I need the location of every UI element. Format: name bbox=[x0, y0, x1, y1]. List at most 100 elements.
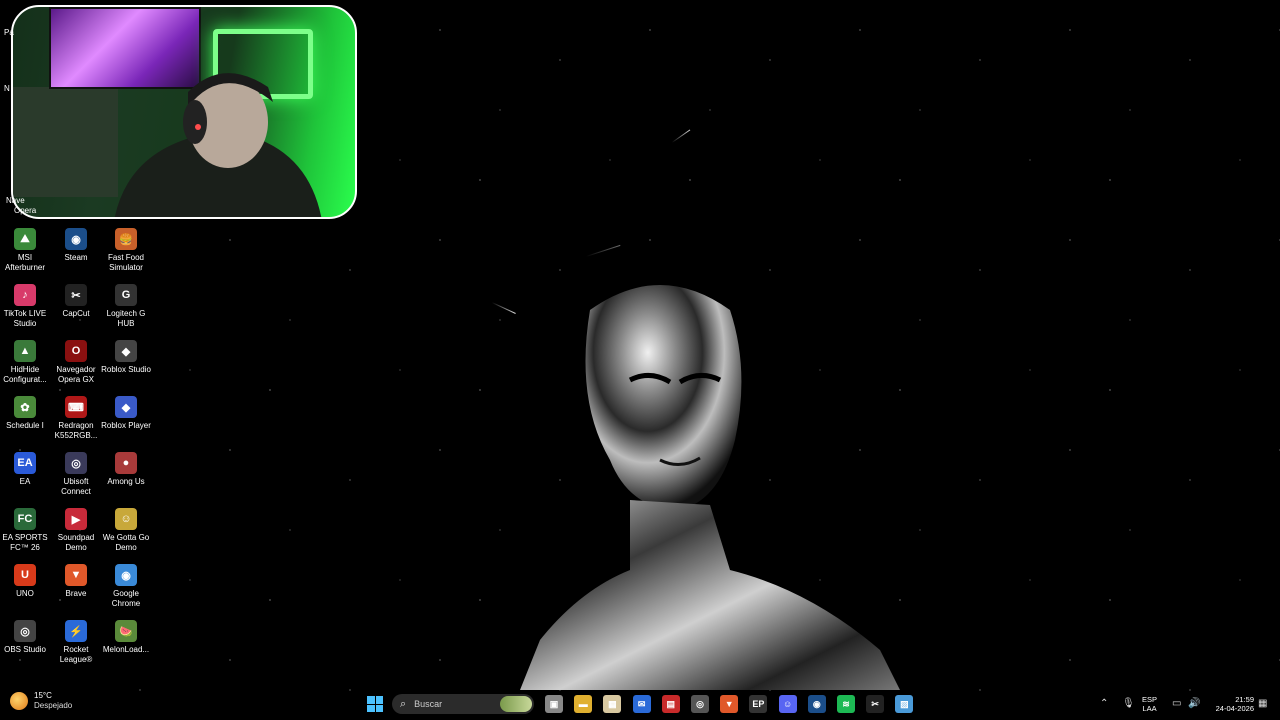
steam-taskbar-icon[interactable]: ◉ bbox=[807, 695, 826, 713]
clock[interactable]: 21:59 24-04-2026 bbox=[1208, 695, 1254, 713]
desktop-icon-label: Steam bbox=[64, 253, 88, 262]
desktop-icon[interactable]: ⚡ Rocket League® bbox=[51, 620, 101, 674]
desktop-icon[interactable]: ⛰ MSI Afterburner bbox=[0, 228, 50, 282]
desktop-icon-label: Redragon K552RGB... bbox=[54, 421, 98, 440]
weather-icon bbox=[10, 692, 28, 710]
desktop-icon-label: TikTok LIVE Studio bbox=[3, 309, 47, 328]
volume-icon[interactable]: 🔊 bbox=[1188, 698, 1200, 709]
desktop-icon[interactable]: 🍉 MelonLoad... bbox=[101, 620, 151, 674]
webcam-overlay bbox=[11, 5, 357, 219]
taskbar: 15°C Despejado ⌕ Buscar ▣ ▬ ▦ ✉ ▤ ◎ ▼ EP ☺ ◉ ≋ ✂ ▨ ⌃… bbox=[0, 688, 1280, 720]
desktop-icon-label: Navegador Opera GX bbox=[56, 365, 96, 384]
desktop-icon[interactable]: ☺ We Gotta Go Demo bbox=[101, 508, 151, 562]
desktop-icon-label: OBS Studio bbox=[4, 645, 46, 654]
discord-icon[interactable]: ☺ bbox=[778, 695, 797, 713]
desktop-icon-label: Soundpad Demo bbox=[57, 533, 95, 552]
desktop-icon-label: UNO bbox=[16, 589, 34, 598]
network-icon[interactable]: ▭ bbox=[1172, 698, 1181, 709]
soundpad-icon: ▶ bbox=[65, 508, 87, 530]
brave-taskbar-icon[interactable]: ▼ bbox=[720, 695, 739, 713]
desktop-icon-label: Rocket League® bbox=[59, 645, 93, 664]
webcam-person bbox=[114, 73, 322, 217]
desktop-icon-label: Logitech G HUB bbox=[106, 309, 146, 328]
desktop-icon-label: Roblox Studio bbox=[101, 365, 151, 374]
chrome-icon: ◉ bbox=[115, 564, 137, 586]
task-view-icon[interactable]: ▣ bbox=[545, 695, 563, 713]
file-explorer-icon[interactable]: ▬ bbox=[574, 695, 593, 713]
photos-icon[interactable]: ▨ bbox=[895, 695, 914, 713]
roblox-player-icon: ◆ bbox=[115, 396, 137, 418]
desktop-icon-label: HidHide Configurat... bbox=[3, 365, 47, 384]
capcut-icon: ✂ bbox=[65, 284, 87, 306]
desktop-icon[interactable]: ▶ Soundpad Demo bbox=[51, 508, 101, 562]
opera-gx-taskbar-icon[interactable]: ◎ bbox=[691, 695, 709, 713]
notification-icon[interactable]: ▦ bbox=[1258, 698, 1267, 709]
search-box[interactable]: ⌕ Buscar bbox=[392, 694, 534, 714]
desktop-icon[interactable]: ✂ CapCut bbox=[51, 284, 101, 338]
logitech-ghub-icon: G bbox=[115, 284, 137, 306]
partial-desktop-label: N bbox=[4, 84, 10, 93]
weather-condition: Despejado bbox=[34, 701, 73, 710]
keyboard-layout: LAA bbox=[1142, 704, 1157, 713]
we-gotta-go-icon: ☺ bbox=[115, 508, 137, 530]
opera-gx-icon: O bbox=[65, 340, 87, 362]
news-app-icon[interactable]: ▤ bbox=[661, 695, 680, 713]
desktop-icon-label: Among Us bbox=[107, 477, 145, 486]
epic-games-icon[interactable]: EP bbox=[749, 695, 768, 713]
chevron-up-icon[interactable]: ⌃ bbox=[1100, 698, 1108, 709]
desktop-icon[interactable]: ◎ Ubisoft Connect bbox=[51, 452, 101, 506]
roblox-studio-icon: ◆ bbox=[115, 340, 137, 362]
desktop-icon-label: MSI Afterburner bbox=[4, 253, 46, 272]
desktop-icon[interactable]: ◆ Roblox Player bbox=[101, 396, 151, 450]
steam-icon: ◉ bbox=[65, 228, 87, 250]
melonloader-icon: 🍉 bbox=[115, 620, 137, 642]
weather-widget[interactable]: 15°C Despejado bbox=[10, 691, 72, 711]
weather-temp: 15°C bbox=[34, 691, 52, 700]
outlook-icon[interactable]: ✉ bbox=[632, 695, 651, 713]
desktop-icon-label: Roblox Player bbox=[101, 421, 151, 430]
desktop-icon[interactable]: U UNO bbox=[0, 564, 50, 618]
spotify-icon[interactable]: ≋ bbox=[837, 695, 855, 713]
desktop-icon-label: Google Chrome bbox=[111, 589, 141, 608]
desktop-icon[interactable]: ▼ Brave bbox=[51, 564, 101, 618]
desktop-icon[interactable]: ◉ Google Chrome bbox=[101, 564, 151, 618]
capcut-taskbar-icon[interactable]: ✂ bbox=[866, 695, 885, 713]
partial-desktop-label: Opera bbox=[14, 206, 37, 215]
schedule-i-icon: ✿ bbox=[14, 396, 36, 418]
desktop-icon[interactable]: ⌨ Redragon K552RGB... bbox=[51, 396, 101, 450]
desktop-icon-label: CapCut bbox=[62, 309, 90, 318]
desktop-icon[interactable]: 🍔 Fast Food Simulator bbox=[101, 228, 151, 282]
hidhide-icon: ▲ bbox=[14, 340, 36, 362]
desktop-icon[interactable]: G Logitech G HUB bbox=[101, 284, 151, 338]
desktop-icon[interactable]: ◆ Roblox Studio bbox=[101, 340, 151, 394]
tiktok-live-studio-icon: ♪ bbox=[14, 284, 36, 306]
desktop-icon[interactable]: ◉ Steam bbox=[51, 228, 101, 282]
language-code: ESP bbox=[1142, 695, 1158, 704]
language-indicator[interactable]: ESP LAA bbox=[1142, 695, 1157, 713]
obs-studio-icon: ◎ bbox=[14, 620, 36, 642]
among-us-icon: ● bbox=[115, 452, 137, 474]
uno-icon: U bbox=[14, 564, 36, 586]
clock-date: 24-04-2026 bbox=[1215, 704, 1254, 713]
microsoft-store-icon[interactable]: ▦ bbox=[603, 695, 622, 713]
desktop-icon[interactable]: EA EA bbox=[0, 452, 50, 506]
desktop-icon[interactable]: ▲ HidHide Configurat... bbox=[0, 340, 50, 394]
search-icon: ⌕ bbox=[400, 697, 407, 710]
desktop-icon[interactable]: ◎ OBS Studio bbox=[0, 620, 50, 674]
desktop-icon[interactable]: ● Among Us bbox=[101, 452, 151, 506]
msi-afterburner-icon: ⛰ bbox=[14, 228, 36, 250]
desktop-icon[interactable]: O Navegador Opera GX bbox=[51, 340, 101, 394]
desktop-icon[interactable]: FC EA SPORTS FC™ 26 bbox=[0, 508, 50, 562]
fast-food-simulator-icon: 🍔 bbox=[115, 228, 137, 250]
desktop-icon-label: EA SPORTS FC™ 26 bbox=[2, 533, 48, 552]
start-button[interactable] bbox=[367, 696, 383, 712]
desktop-icon[interactable]: ♪ TikTok LIVE Studio bbox=[0, 284, 50, 338]
desktop-icon-label: EA bbox=[19, 477, 31, 486]
search-highlight-image bbox=[500, 696, 532, 712]
microphone-icon[interactable]: 🎙 bbox=[1122, 698, 1135, 709]
desktop-icon-label: MelonLoad... bbox=[102, 645, 150, 654]
brave-icon: ▼ bbox=[65, 564, 87, 586]
rocket-league-icon: ⚡ bbox=[65, 620, 87, 642]
desktop-icon-label: We Gotta Go Demo bbox=[102, 533, 150, 552]
desktop-icon[interactable]: ✿ Schedule I bbox=[0, 396, 50, 450]
